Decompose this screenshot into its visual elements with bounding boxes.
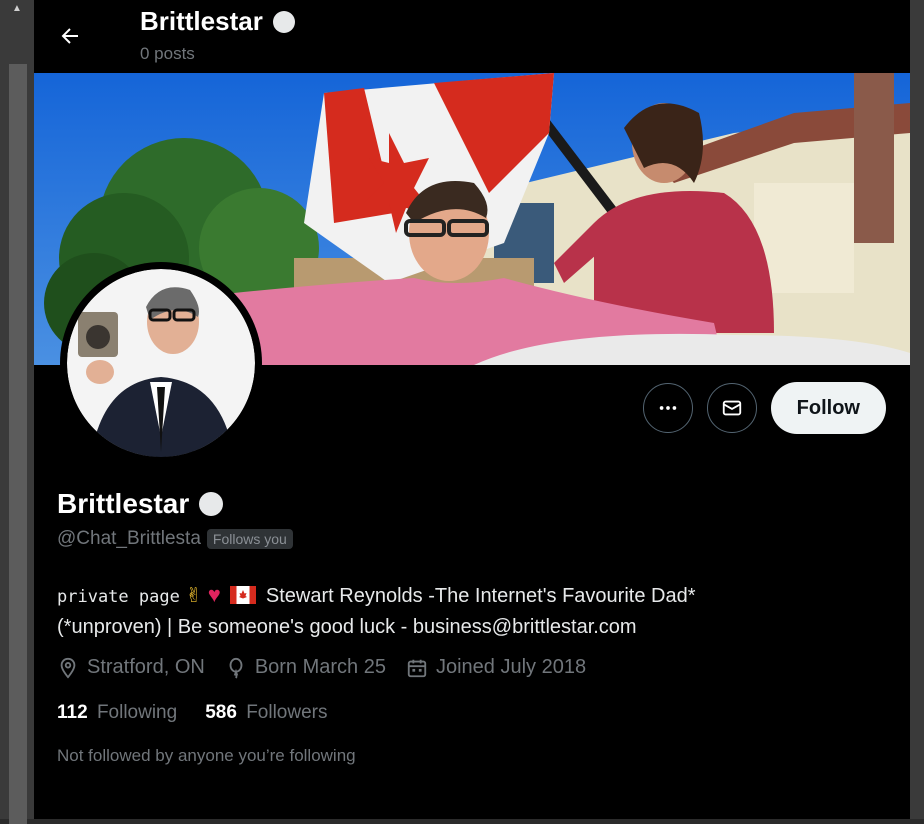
header-title: Brittlestar: [140, 6, 295, 37]
profile-name: Brittlestar: [57, 488, 224, 520]
mutual-followers-note: Not followed by anyone you’re following: [57, 746, 356, 765]
back-button[interactable]: [54, 20, 86, 52]
canada-flag-icon: [230, 586, 257, 604]
profile-actions: Follow: [642, 382, 886, 434]
user-handle: @Chat_Brittlesta: [57, 528, 201, 549]
badge-icon: [199, 492, 224, 516]
following-count: 112: [57, 702, 88, 723]
top-bar: Brittlestar 0 posts: [34, 0, 910, 72]
bio-main: Stewart Reynolds -The Internet's Favouri…: [265, 585, 696, 607]
scroll-thumb[interactable]: [9, 64, 27, 824]
mail-icon: [722, 400, 741, 416]
back-arrow-icon: [61, 28, 78, 44]
follow-stats: 112 Following 586 Followers: [57, 702, 328, 724]
location-text: Stratford, ON: [87, 656, 205, 678]
joined-text: Joined July 2018: [435, 656, 587, 678]
more-icon: [659, 406, 676, 410]
follows-you-badge: Follows you: [206, 529, 293, 549]
location-pin-icon: [60, 657, 76, 679]
scrollbar[interactable]: ▲: [0, 0, 34, 824]
followers-count: 586: [205, 702, 237, 723]
victory-hand-icon: ✌: [185, 585, 203, 607]
handle-row: @Chat_Brittlesta Follows you: [57, 528, 293, 550]
birthday-item: Born March 25: [225, 656, 386, 679]
balloon-icon: [229, 657, 243, 678]
heart-icon: ♥: [207, 582, 221, 607]
following-label: Following: [96, 702, 178, 723]
more-options-button[interactable]: [642, 383, 693, 433]
bio-line2: (*unproven) | Be someone's good luck - b…: [57, 616, 637, 638]
birthday-text: Born March 25: [254, 656, 386, 678]
scroll-up-arrow-icon[interactable]: ▲: [10, 4, 24, 14]
joined-item: Joined July 2018: [406, 656, 586, 679]
window-edge: [910, 0, 924, 819]
calendar-icon: [407, 659, 427, 677]
followers-label: Followers: [246, 702, 328, 723]
profile-bio: private page ✌ ♥ Stewart Reynolds -The I…: [57, 580, 877, 642]
display-name: Brittlestar: [57, 488, 190, 519]
profile-avatar[interactable]: [60, 262, 262, 464]
message-button[interactable]: [706, 383, 757, 433]
following-link[interactable]: 112 Following: [57, 702, 177, 724]
badge-icon: [272, 10, 295, 33]
bio-prefix: private page: [57, 587, 180, 607]
followers-link[interactable]: 586 Followers: [205, 702, 327, 724]
profile-meta: Stratford, ON Born March 25 Joined July …: [57, 656, 586, 679]
location-item: Stratford, ON: [57, 656, 205, 679]
follow-button[interactable]: Follow: [770, 382, 886, 434]
header-name: Brittlestar: [140, 6, 263, 36]
profile-page: Brittlestar 0 posts Follow Brittlestar @…: [34, 0, 910, 819]
avatar-image: [63, 265, 259, 461]
post-count: 0 posts: [140, 44, 195, 63]
